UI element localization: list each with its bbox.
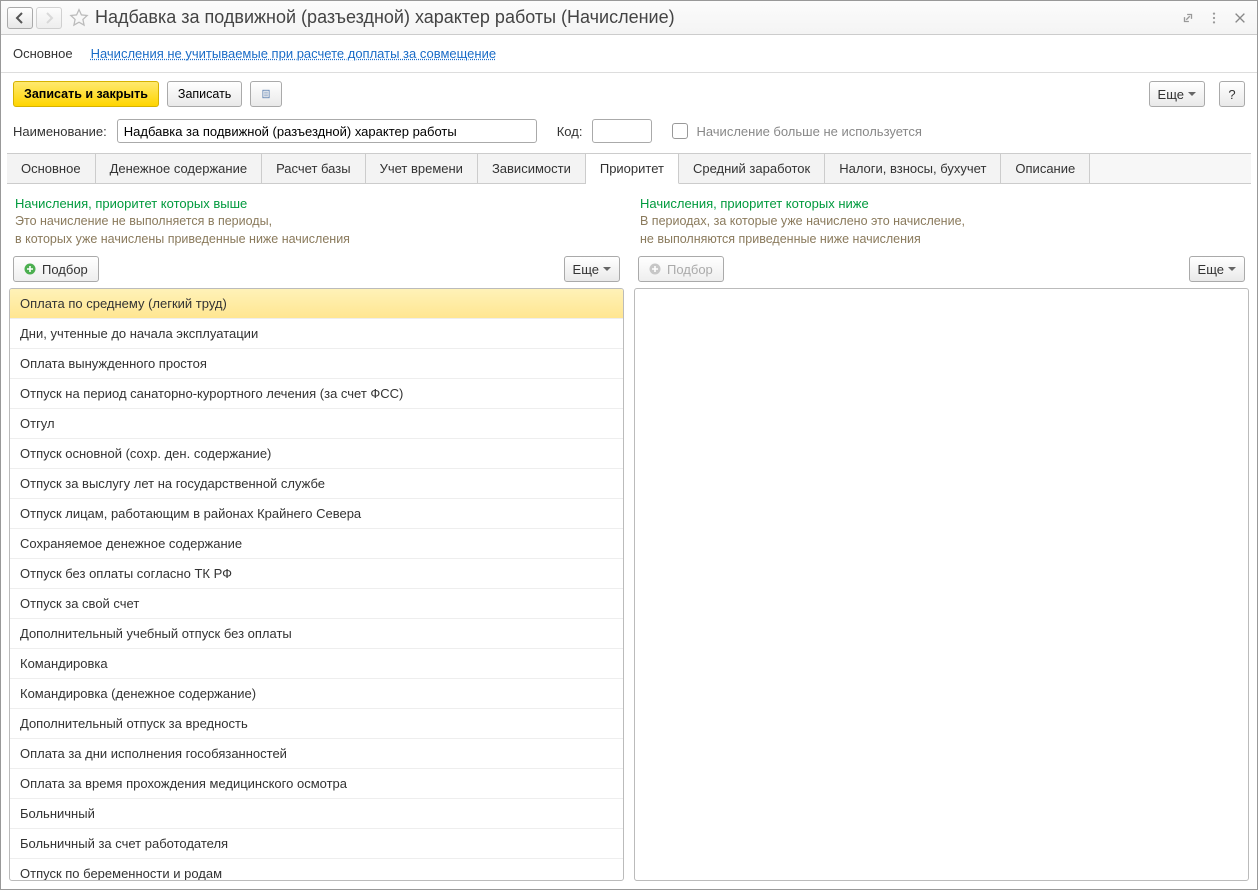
right-more-label: Еще bbox=[1198, 262, 1224, 277]
save-and-close-button[interactable]: Записать и закрыть bbox=[13, 81, 159, 107]
right-pane-desc1: В периодах, за которые уже начислено это… bbox=[640, 213, 1243, 231]
link-icon[interactable] bbox=[1181, 11, 1195, 25]
tab-0[interactable]: Основное bbox=[7, 154, 96, 183]
list-item[interactable]: Оплата за дни исполнения гособязанностей bbox=[10, 739, 623, 769]
list-item[interactable]: Больничный bbox=[10, 799, 623, 829]
help-button[interactable]: ? bbox=[1219, 81, 1245, 107]
plus-icon bbox=[24, 263, 36, 275]
code-label: Код: bbox=[557, 124, 583, 139]
list-item[interactable]: Больничный за счет работодателя bbox=[10, 829, 623, 859]
list-item[interactable]: Отпуск за свой счет bbox=[10, 589, 623, 619]
list-item[interactable]: Отпуск без оплаты согласно ТК РФ bbox=[10, 559, 623, 589]
tab-7[interactable]: Налоги, взносы, бухучет bbox=[825, 154, 1001, 183]
left-select-label: Подбор bbox=[42, 262, 88, 277]
tab-2[interactable]: Расчет базы bbox=[262, 154, 366, 183]
tab-3[interactable]: Учет времени bbox=[366, 154, 478, 183]
favorite-star-icon[interactable] bbox=[69, 8, 89, 28]
document-icon bbox=[261, 87, 271, 101]
right-pane-title: Начисления, приоритет которых ниже bbox=[640, 196, 1243, 211]
list-item[interactable]: Оплата за время прохождения медицинского… bbox=[10, 769, 623, 799]
list-item[interactable]: Оплата по среднему (легкий труд) bbox=[10, 289, 623, 319]
left-more-button[interactable]: Еще bbox=[564, 256, 620, 282]
arrow-left-icon bbox=[14, 12, 26, 24]
save-button[interactable]: Записать bbox=[167, 81, 242, 107]
tab-5[interactable]: Приоритет bbox=[586, 154, 679, 184]
list-item[interactable]: Отпуск основной (сохр. ден. содержание) bbox=[10, 439, 623, 469]
right-select-label: Подбор bbox=[667, 262, 713, 277]
right-more-button[interactable]: Еще bbox=[1189, 256, 1245, 282]
close-icon[interactable] bbox=[1233, 11, 1247, 25]
tab-8[interactable]: Описание bbox=[1001, 154, 1090, 183]
list-item[interactable]: Командировка (денежное содержание) bbox=[10, 679, 623, 709]
list-item[interactable]: Командировка bbox=[10, 649, 623, 679]
more-button[interactable]: Еще bbox=[1149, 81, 1205, 107]
name-label: Наименование: bbox=[13, 124, 107, 139]
report-button[interactable] bbox=[250, 81, 282, 107]
list-item[interactable]: Отгул bbox=[10, 409, 623, 439]
list-item[interactable]: Сохраняемое денежное содержание bbox=[10, 529, 623, 559]
code-input[interactable] bbox=[592, 119, 652, 143]
nav-back-button[interactable] bbox=[7, 7, 33, 29]
list-item[interactable]: Отпуск на период санаторно-курортного ле… bbox=[10, 379, 623, 409]
more-button-label: Еще bbox=[1158, 87, 1184, 102]
tab-1[interactable]: Денежное содержание bbox=[96, 154, 262, 183]
right-list-empty[interactable] bbox=[634, 288, 1249, 881]
tab-6[interactable]: Средний заработок bbox=[679, 154, 825, 183]
left-pane-desc1: Это начисление не выполняется в периоды, bbox=[15, 213, 618, 231]
right-pane-desc2: не выполняются приведенные ниже начислен… bbox=[640, 231, 1243, 249]
left-pane-desc2: в которых уже начислены приведенные ниже… bbox=[15, 231, 618, 249]
right-select-button[interactable]: Подбор bbox=[638, 256, 724, 282]
arrow-right-icon bbox=[43, 12, 55, 24]
list-item[interactable]: Отпуск за выслугу лет на государственной… bbox=[10, 469, 623, 499]
list-item[interactable]: Оплата вынужденного простоя bbox=[10, 349, 623, 379]
list-item[interactable]: Отпуск по беременности и родам bbox=[10, 859, 623, 880]
name-input[interactable] bbox=[117, 119, 537, 143]
list-item[interactable]: Отпуск лицам, работающим в районах Крайн… bbox=[10, 499, 623, 529]
not-used-checkbox[interactable] bbox=[672, 123, 688, 139]
left-select-button[interactable]: Подбор bbox=[13, 256, 99, 282]
window-title: Надбавка за подвижной (разъездной) харак… bbox=[95, 7, 1181, 28]
plus-icon bbox=[649, 263, 661, 275]
left-list-scroll[interactable]: Оплата по среднему (легкий труд)Дни, учт… bbox=[10, 289, 623, 880]
kebab-menu-icon[interactable] bbox=[1207, 11, 1221, 25]
left-more-label: Еще bbox=[573, 262, 599, 277]
tab-4[interactable]: Зависимости bbox=[478, 154, 586, 183]
left-pane-title: Начисления, приоритет которых выше bbox=[15, 196, 618, 211]
subnav-secondary-link[interactable]: Начисления не учитываемые при расчете до… bbox=[91, 46, 497, 61]
subnav-main[interactable]: Основное bbox=[13, 46, 73, 61]
nav-forward-button bbox=[36, 7, 62, 29]
list-item[interactable]: Дни, учтенные до начала эксплуатации bbox=[10, 319, 623, 349]
list-item[interactable]: Дополнительный учебный отпуск без оплаты bbox=[10, 619, 623, 649]
not-used-label: Начисление больше не используется bbox=[696, 124, 921, 139]
list-item[interactable]: Дополнительный отпуск за вредность bbox=[10, 709, 623, 739]
